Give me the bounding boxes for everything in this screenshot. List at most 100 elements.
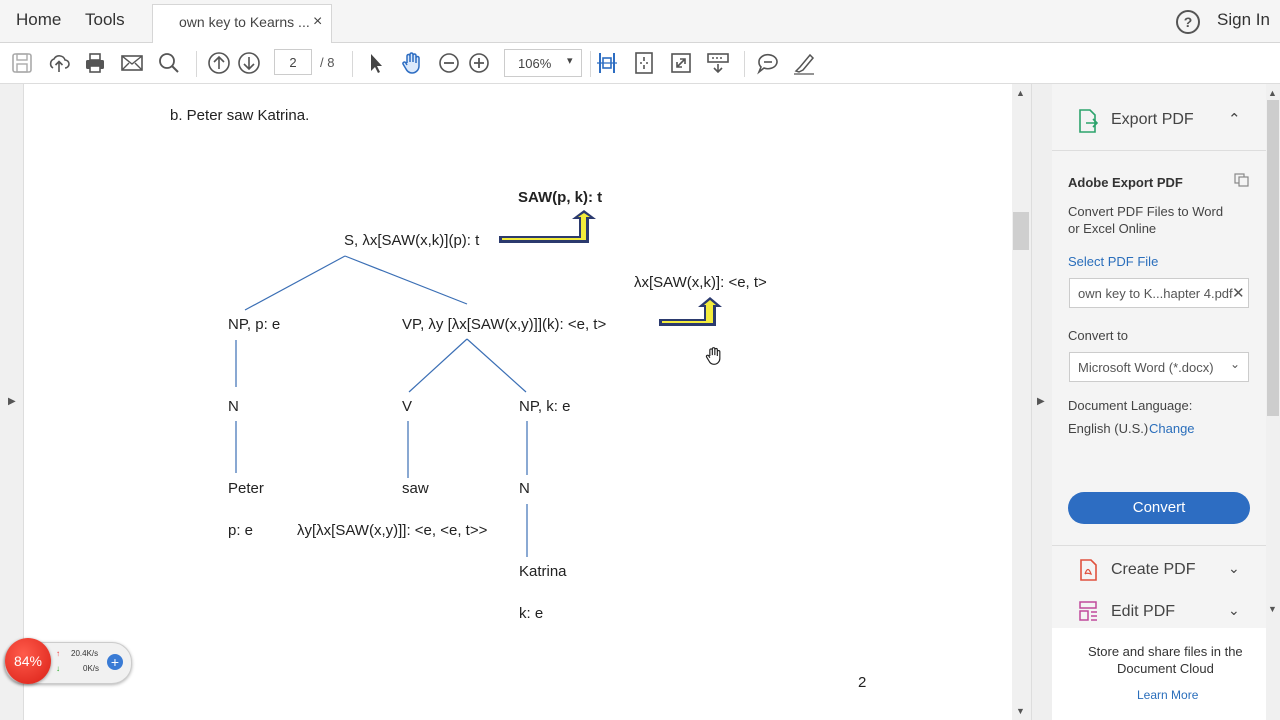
document-scrollbar[interactable]: ▲ ▼ — [1012, 84, 1031, 720]
read-mode-icon[interactable] — [706, 51, 730, 75]
top-result-label: SAW(p, k): t — [518, 189, 603, 206]
np-right-label: NP, k: e — [519, 398, 571, 415]
zoom-value: 106% — [518, 56, 552, 71]
chevron-down-icon: ▾ — [567, 55, 573, 67]
saw-type-label: λy[λx[SAW(x,y)]]: <e, <e, t>> — [297, 522, 488, 539]
vp-node-label: VP, λy [λx[SAW(x,y)]](k): <e, t> — [402, 316, 607, 333]
example-heading: b. Peter saw Katrina. — [170, 107, 310, 124]
selected-file-field[interactable]: own key to K...hapter 4.pdf ✕ — [1069, 278, 1249, 308]
highlight-icon[interactable] — [792, 51, 816, 75]
scroll-down-icon[interactable]: ▼ — [1268, 604, 1277, 614]
saw-label: saw — [402, 480, 429, 497]
zoom-in-icon[interactable] — [467, 51, 491, 75]
page-number: 2 — [858, 674, 867, 691]
help-icon[interactable]: ? — [1176, 10, 1200, 34]
scroll-up-icon[interactable]: ▲ — [1268, 88, 1277, 98]
chevron-down-icon[interactable]: ⌄ — [1228, 602, 1240, 619]
learn-more-link[interactable]: Learn More — [1137, 688, 1198, 702]
chevron-up-icon[interactable]: ⌃ — [1228, 110, 1241, 128]
change-language-link[interactable]: Change — [1149, 421, 1195, 436]
fit-width-icon[interactable] — [595, 51, 619, 75]
memory-usage-badge[interactable]: 84% — [5, 638, 51, 684]
peter-label: Peter — [228, 480, 264, 497]
scroll-up-icon[interactable]: ▲ — [1016, 88, 1025, 98]
print-icon[interactable] — [83, 51, 107, 75]
toolbar: 2 / 8 106% ▾ — [0, 43, 1280, 84]
download-speed: 0K/s — [83, 664, 100, 673]
document-language-value: English (U.S.) — [1068, 421, 1149, 436]
upload-icon[interactable] — [47, 51, 71, 75]
sign-in-link[interactable]: Sign In — [1217, 10, 1270, 30]
document-scroll-thumb[interactable] — [1013, 212, 1029, 250]
page-down-icon[interactable] — [237, 51, 261, 75]
upload-arrow-icon: ↑ — [56, 649, 60, 658]
zoom-out-icon[interactable] — [437, 51, 461, 75]
info-icon[interactable] — [1234, 173, 1250, 187]
home-menu[interactable]: Home — [16, 10, 61, 30]
chevron-right-icon: ▶ — [1037, 396, 1045, 407]
convert-to-label: Convert to — [1068, 328, 1128, 343]
export-description-line1: Convert PDF Files to Word — [1068, 204, 1224, 219]
page-number-input[interactable]: 2 — [274, 49, 312, 75]
tools-menu[interactable]: Tools — [85, 10, 125, 30]
clear-file-icon[interactable]: ✕ — [1232, 284, 1245, 302]
toolbar-separator — [352, 51, 353, 77]
export-pdf-title[interactable]: Export PDF — [1111, 111, 1194, 129]
chevron-right-icon: ▶ — [8, 396, 16, 407]
save-icon[interactable] — [10, 51, 34, 75]
export-pdf-icon — [1079, 109, 1099, 133]
s-node-label: S, λx[SAW(x,k)](p): t — [344, 232, 480, 249]
page-up-icon[interactable] — [207, 51, 231, 75]
cloud-text-line1: Store and share files in the — [1088, 644, 1243, 659]
email-icon[interactable] — [120, 51, 144, 75]
np-left-label: NP, p: e — [228, 316, 281, 333]
plus-icon[interactable]: + — [107, 654, 123, 670]
tab-close-icon[interactable]: × — [313, 13, 322, 31]
convert-button[interactable]: Convert — [1068, 492, 1250, 524]
hand-icon[interactable] — [400, 51, 424, 75]
selected-file-name: own key to K...hapter 4.pdf — [1078, 286, 1233, 301]
scroll-down-icon[interactable]: ▼ — [1016, 706, 1025, 716]
panel-scroll-thumb[interactable] — [1267, 100, 1279, 416]
toolbar-separator — [590, 51, 591, 77]
lambda-function-label: λx[SAW(x,k)]: <e, t> — [634, 274, 767, 291]
tab-label: own key to Kearns ... — [179, 14, 310, 30]
divider — [1052, 545, 1266, 546]
cloud-text-line2: Document Cloud — [1117, 661, 1214, 676]
toolbar-separator — [744, 51, 745, 77]
comment-icon[interactable] — [756, 51, 780, 75]
fullscreen-icon[interactable] — [669, 51, 693, 75]
download-arrow-icon: ↓ — [56, 664, 60, 673]
hand-cursor-icon — [705, 347, 721, 365]
page-total: / 8 — [320, 55, 335, 70]
divider — [1052, 150, 1266, 151]
zoom-select[interactable]: 106% ▾ — [504, 49, 582, 77]
toolbar-separator — [196, 51, 197, 77]
p-e-label: p: e — [228, 522, 254, 539]
chevron-down-icon: ⌄ — [1230, 357, 1241, 371]
n-right-label: N — [519, 480, 530, 497]
document-tab[interactable]: own key to Kearns ... × — [152, 4, 332, 43]
edit-pdf-item[interactable]: Edit PDF — [1111, 603, 1175, 621]
upload-speed: 20.4K/s — [71, 649, 99, 658]
edit-pdf-icon — [1079, 601, 1097, 621]
document-page — [24, 84, 1012, 720]
select-arrow-icon[interactable] — [364, 51, 388, 75]
format-value: Microsoft Word (*.docx) — [1078, 360, 1214, 375]
n-left-label: N — [228, 398, 239, 415]
katrina-label: Katrina — [519, 563, 567, 580]
select-pdf-file-label[interactable]: Select PDF File — [1068, 254, 1158, 269]
v-node-label: V — [402, 398, 413, 415]
format-select[interactable]: Microsoft Word (*.docx) ⌄ — [1069, 352, 1249, 382]
create-pdf-icon — [1080, 559, 1097, 581]
export-description-line2: or Excel Online — [1068, 221, 1157, 236]
right-panel-toggle[interactable]: ▶ — [1031, 84, 1053, 720]
k-e-label: k: e — [519, 605, 544, 622]
search-icon[interactable] — [157, 51, 181, 75]
left-panel-toggle[interactable]: ▶ — [0, 84, 24, 720]
create-pdf-item[interactable]: Create PDF — [1111, 561, 1195, 579]
adobe-export-heading: Adobe Export PDF — [1068, 175, 1183, 190]
chevron-down-icon[interactable]: ⌄ — [1228, 560, 1240, 577]
document-language-label: Document Language: — [1068, 398, 1193, 413]
fit-page-icon[interactable] — [632, 51, 656, 75]
